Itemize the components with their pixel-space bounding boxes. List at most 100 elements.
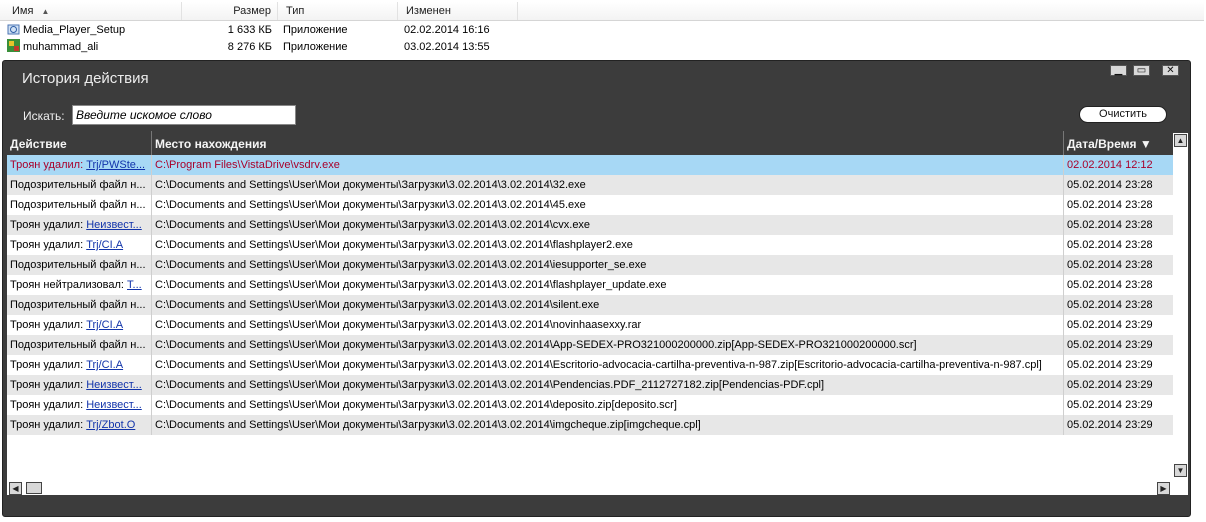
action-cell: Троян удалил: Trj/CI.A [7, 355, 152, 375]
column-datetime[interactable]: Дата/Время ▼ [1064, 131, 1173, 155]
table-row[interactable]: Троян удалил: Неизвест... C:\Documents an… [7, 215, 1173, 235]
datetime-cell: 05.02.2014 23:28 [1067, 259, 1153, 271]
window-title: История действия [22, 70, 149, 87]
location-cell: C:\Documents and Settings\User\Мои докум… [152, 235, 1064, 255]
table-row[interactable]: Троян удалил: Trj/CI.A C:\Documents and S… [7, 355, 1173, 375]
location-cell: C:\Documents and Settings\User\Мои докум… [152, 175, 1064, 195]
action-cell: Троян удалил: Trj/CI.A [7, 235, 152, 255]
file-size: 1 633 КБ [227, 24, 272, 36]
action-text: Троян удалил: [10, 159, 87, 171]
datetime-cell: 05.02.2014 23:29 [1067, 339, 1153, 351]
threat-link[interactable]: Trj/CI.A [86, 239, 123, 251]
table-row[interactable]: Троян нейтрализовал: T... C:\Documents an… [7, 275, 1173, 295]
history-table: Действие Место нахождения Дата/Время ▼ Т… [7, 131, 1173, 493]
maximize-icon: ▭ [1136, 65, 1147, 76]
status-bar [7, 495, 1173, 513]
scroll-right-button[interactable]: ▶ [1157, 482, 1170, 495]
action-cell: Троян удалил: Trj/PWSte... [7, 155, 152, 175]
chevron-up-icon: ▲ [1176, 136, 1185, 145]
file-name: Media_Player_Setup [23, 24, 126, 36]
setup-icon [7, 22, 20, 35]
close-button[interactable]: ✕ [1162, 65, 1179, 76]
datetime-cell: 02.02.2014 12:12 [1067, 159, 1153, 171]
table-row[interactable]: Троян удалил: Trj/CI.A C:\Documents and S… [7, 315, 1173, 335]
action-text: Троян удалил: [10, 359, 87, 371]
threat-link[interactable]: Неизвест... [86, 219, 142, 231]
location-cell: C:\Documents and Settings\User\Мои докум… [152, 195, 1064, 215]
table-row[interactable]: Подозрительный файл н... C:\Documents and… [7, 255, 1173, 275]
table-row[interactable]: Подозрительный файл н... C:\Documents and… [7, 295, 1173, 315]
datetime-cell: 05.02.2014 23:29 [1067, 359, 1153, 371]
file-size: 8 276 КБ [227, 41, 272, 53]
location-cell: C:\Documents and Settings\User\Мои докум… [152, 375, 1064, 395]
close-icon: ✕ [1166, 65, 1175, 76]
location-cell: C:\Documents and Settings\User\Мои докум… [152, 395, 1064, 415]
table-row[interactable]: Троян удалил: Trj/Zbot.O C:\Documents and… [7, 415, 1173, 435]
vertical-scrollbar[interactable]: ▲ ▼ [1173, 133, 1188, 477]
datetime-cell: 05.02.2014 23:29 [1067, 399, 1153, 411]
scrollbar-corner [1173, 477, 1188, 495]
image-app-icon [7, 39, 20, 52]
search-label: Искать: [23, 109, 65, 123]
scroll-down-button[interactable]: ▼ [1174, 464, 1187, 477]
action-text: Троян удалил: [10, 239, 87, 251]
action-history-window: История действия ▁ ▭ ✕ Искать: Очистить … [2, 60, 1191, 517]
chevron-right-icon: ▶ [1160, 484, 1167, 493]
action-cell: Троян удалил: Trj/Zbot.O [7, 415, 152, 435]
table-row[interactable]: Подозрительный файл н... C:\Documents and… [7, 335, 1173, 355]
clear-button[interactable]: Очистить [1079, 106, 1167, 123]
explorer-header: Имя ▲ Размер Тип Изменен [0, 2, 1204, 21]
threat-link[interactable]: Trj/Zbot.O [86, 419, 135, 431]
column-name[interactable]: Имя ▲ [0, 2, 182, 20]
action-cell: Троян удалил: Trj/CI.A [7, 315, 152, 335]
table-row[interactable]: Троян удалил: Неизвест... C:\Documents an… [7, 395, 1173, 415]
threat-link[interactable]: Trj/PWSte... [86, 159, 145, 171]
threat-link[interactable]: Trj/CI.A [86, 319, 123, 331]
threat-link[interactable]: Неизвест... [86, 399, 142, 411]
datetime-cell: 05.02.2014 23:28 [1067, 179, 1153, 191]
action-text: Подозрительный файл н... [10, 299, 146, 311]
search-input[interactable] [72, 105, 296, 125]
maximize-button[interactable]: ▭ [1133, 65, 1150, 76]
file-modified: 03.02.2014 13:55 [404, 41, 490, 53]
datetime-cell: 05.02.2014 23:28 [1067, 219, 1153, 231]
table-row[interactable]: Троян удалил: Неизвест... C:\Documents an… [7, 375, 1173, 395]
horizontal-scrollbar[interactable]: ◀ ▶ [7, 481, 1173, 495]
sort-down-icon: ▼ [1139, 137, 1152, 151]
file-row[interactable]: muhammad_ali 8 276 КБ Приложение 03.02.2… [0, 39, 700, 56]
location-cell: C:\Program Files\VistaDrive\vsdrv.exe [152, 155, 1064, 175]
datetime-cell: 05.02.2014 23:29 [1067, 379, 1153, 391]
datetime-cell: 05.02.2014 23:28 [1067, 299, 1153, 311]
chevron-left-icon: ◀ [12, 484, 19, 493]
action-text: Подозрительный файл н... [10, 199, 146, 211]
column-size[interactable]: Размер [182, 2, 278, 20]
minimize-button[interactable]: ▁ [1110, 65, 1127, 76]
column-location[interactable]: Место нахождения [152, 131, 1064, 155]
chevron-down-icon: ▼ [1176, 466, 1185, 475]
action-text: Подозрительный файл н... [10, 339, 146, 351]
column-action[interactable]: Действие [7, 131, 152, 155]
action-cell: Подозрительный файл н... [7, 295, 152, 315]
datetime-cell: 05.02.2014 23:28 [1067, 199, 1153, 211]
column-type[interactable]: Тип [278, 2, 398, 20]
file-name: muhammad_ali [23, 41, 99, 53]
table-row[interactable]: Троян удалил: Trj/CI.A C:\Documents and S… [7, 235, 1173, 255]
scroll-left-button[interactable]: ◀ [9, 482, 22, 495]
threat-link[interactable]: T... [127, 279, 142, 291]
sort-up-icon: ▲ [41, 7, 50, 16]
file-row[interactable]: Media_Player_Setup 1 633 КБ Приложение 0… [0, 22, 700, 39]
threat-link[interactable]: Неизвест... [86, 379, 142, 391]
action-text: Подозрительный файл н... [10, 179, 146, 191]
action-cell: Подозрительный файл н... [7, 195, 152, 215]
action-cell: Троян удалил: Неизвест... [7, 395, 152, 415]
table-row[interactable]: Подозрительный файл н... C:\Documents and… [7, 195, 1173, 215]
column-modified[interactable]: Изменен [398, 2, 518, 20]
location-cell: C:\Documents and Settings\User\Мои докум… [152, 295, 1064, 315]
table-row[interactable]: Подозрительный файл н... C:\Documents and… [7, 175, 1173, 195]
datetime-cell: 05.02.2014 23:28 [1067, 279, 1153, 291]
threat-link[interactable]: Trj/CI.A [86, 359, 123, 371]
horizontal-scroll-thumb[interactable] [26, 482, 42, 494]
action-text: Троян удалил: [10, 399, 87, 411]
scroll-up-button[interactable]: ▲ [1174, 134, 1187, 147]
table-row[interactable]: Троян удалил: Trj/PWSte... C:\Program Fil… [7, 155, 1173, 175]
